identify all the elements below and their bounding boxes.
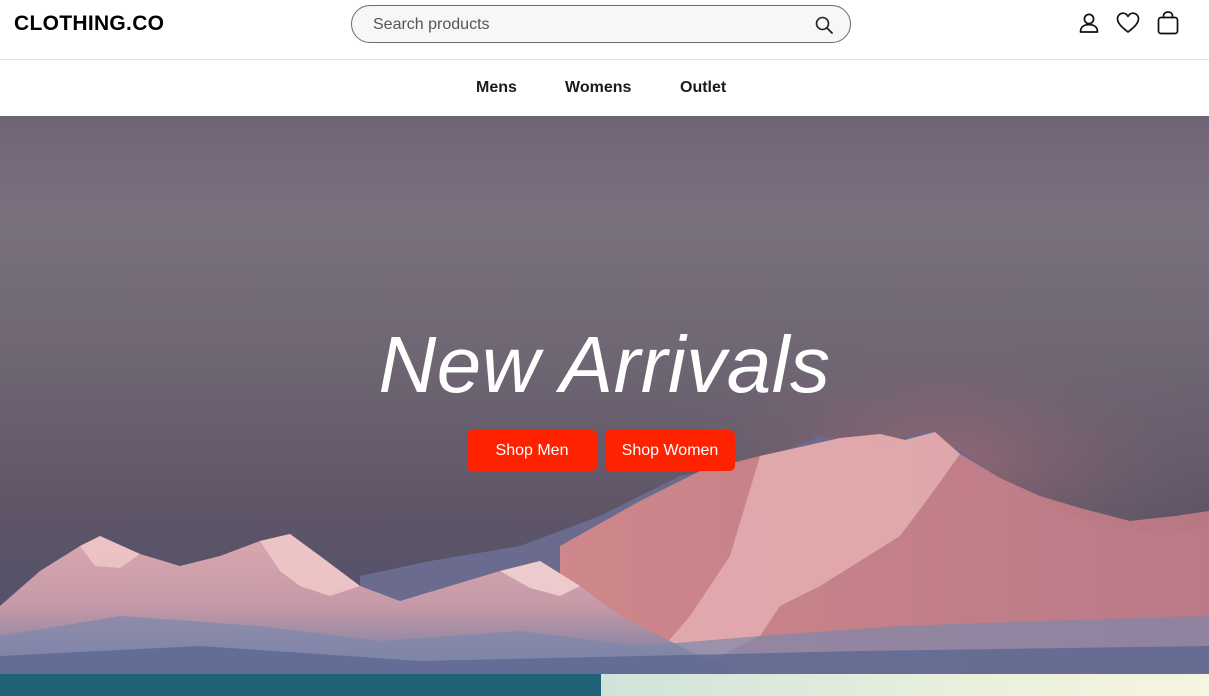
site-header: CLOTHING.CO <box>0 0 1209 60</box>
promo-tile-right[interactable] <box>601 674 1209 696</box>
bag-icon[interactable] <box>1155 10 1181 36</box>
main-nav: Mens Womens Outlet <box>0 60 1209 116</box>
hero-title: New Arrivals <box>378 320 831 409</box>
nav-item-womens[interactable]: Womens <box>565 79 631 97</box>
shop-men-button[interactable]: Shop Men <box>467 430 597 471</box>
heart-icon[interactable] <box>1115 10 1141 36</box>
hero-banner: New Arrivals Shop Men Shop Women <box>0 116 1209 674</box>
user-icon[interactable] <box>1076 10 1102 36</box>
nav-item-mens[interactable]: Mens <box>476 79 517 97</box>
logo[interactable]: CLOTHING.CO <box>14 13 164 35</box>
search-input[interactable] <box>373 14 793 36</box>
search-icon[interactable] <box>814 15 834 35</box>
shop-women-button[interactable]: Shop Women <box>605 430 735 471</box>
promo-tile-left[interactable] <box>0 674 601 696</box>
nav-item-outlet[interactable]: Outlet <box>680 79 726 97</box>
search-bar[interactable] <box>351 5 851 43</box>
